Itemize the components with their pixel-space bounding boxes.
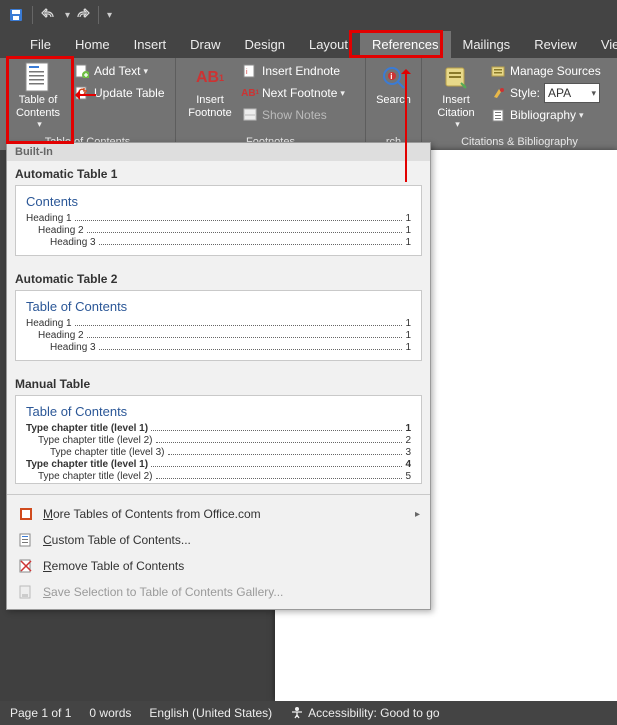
add-text-label: Add Text xyxy=(94,64,140,78)
tab-design[interactable]: Design xyxy=(233,31,297,58)
toc-line: Heading 11 xyxy=(26,213,411,224)
citation-icon xyxy=(442,64,470,92)
style-selector[interactable]: Style: APA▾ xyxy=(488,82,603,104)
save-icon[interactable] xyxy=(4,3,28,27)
gallery-item-preview[interactable]: Table of Contents Type chapter title (lev… xyxy=(15,395,422,484)
tab-file[interactable]: File xyxy=(18,31,63,58)
chevron-down-icon: ▾ xyxy=(37,119,42,129)
office-icon xyxy=(17,506,35,522)
toc-line: Type chapter title (level 1)1 xyxy=(26,423,411,434)
gallery-item-preview[interactable]: Table of Contents Heading 11Heading 21Hea… xyxy=(15,290,422,361)
toc-line: Heading 31 xyxy=(26,237,411,248)
tab-view[interactable]: View xyxy=(589,31,617,58)
show-notes-icon xyxy=(242,107,258,123)
endnote-icon: i xyxy=(242,63,258,79)
tab-mailings[interactable]: Mailings xyxy=(451,31,523,58)
footnote-icon: AB1 xyxy=(196,64,224,92)
endnote-label: Insert Endnote xyxy=(262,64,340,78)
quick-access-toolbar: ▾ ▾ xyxy=(0,0,617,30)
add-text-icon xyxy=(74,63,90,79)
manage-sources-icon xyxy=(490,63,506,79)
style-icon xyxy=(490,85,506,101)
tab-review[interactable]: Review xyxy=(522,31,589,58)
gallery-item-title: Automatic Table 2 xyxy=(7,266,430,290)
ribbon-tabs: File Home Insert Draw Design Layout Refe… xyxy=(0,30,617,58)
gallery-item-title: Automatic Table 1 xyxy=(7,161,430,185)
separator xyxy=(7,494,430,495)
group-label-citations: Citations & Bibliography xyxy=(428,135,611,150)
tab-references[interactable]: References xyxy=(360,31,450,58)
custom-toc-menuitem[interactable]: Custom Table of Contents... xyxy=(7,527,430,553)
accessibility-icon xyxy=(290,706,304,720)
chevron-right-icon: ▸ xyxy=(415,509,420,520)
insert-endnote-button[interactable]: i Insert Endnote xyxy=(240,60,347,82)
update-icon xyxy=(74,85,90,101)
remove-toc-menuitem[interactable]: Remove Table of Contents xyxy=(7,553,430,579)
insert-footnote-label: Insert Footnote xyxy=(188,94,231,119)
style-dropdown[interactable]: APA▾ xyxy=(544,83,600,103)
insert-footnote-button[interactable]: AB1 Insert Footnote xyxy=(182,60,238,135)
toc-line: Heading 21 xyxy=(26,225,411,236)
bibliography-button[interactable]: Bibliography▾ xyxy=(488,104,603,126)
undo-icon[interactable] xyxy=(37,3,61,27)
separator xyxy=(98,6,99,24)
svg-text:i: i xyxy=(390,72,392,81)
show-notes-label: Show Notes xyxy=(262,108,327,122)
manage-sources-label: Manage Sources xyxy=(510,64,601,78)
preview-heading: Table of Contents xyxy=(26,404,411,419)
preview-heading: Contents xyxy=(26,194,411,209)
more-tables-menuitem[interactable]: More Tables of Contents from Office.com … xyxy=(7,501,430,527)
status-page[interactable]: Page 1 of 1 xyxy=(10,706,71,720)
table-of-contents-button[interactable]: Table of Contents ▾ xyxy=(6,60,70,135)
custom-toc-icon xyxy=(17,532,35,548)
add-text-button[interactable]: Add Text▾ xyxy=(72,60,167,82)
gallery-section-builtin: Built-In xyxy=(7,143,430,161)
toc-line: Heading 31 xyxy=(26,342,411,353)
ribbon: Table of Contents ▾ Add Text▾ Update Tab… xyxy=(0,58,617,150)
next-footnote-button[interactable]: AB1 Next Footnote▾ xyxy=(240,82,347,104)
citation-label: Insert Citation xyxy=(437,94,474,119)
customize-qat-caret[interactable]: ▾ xyxy=(107,10,112,21)
toc-label: Table of Contents xyxy=(16,94,60,119)
insert-citation-button[interactable]: Insert Citation▾ xyxy=(428,60,484,135)
update-table-button[interactable]: Update Table xyxy=(72,82,167,104)
gallery-item-preview[interactable]: Contents Heading 11Heading 21Heading 31 xyxy=(15,185,422,256)
status-language[interactable]: English (United States) xyxy=(149,706,272,720)
bibliography-icon xyxy=(490,107,506,123)
toc-line: Type chapter title (level 3)3 xyxy=(26,447,411,458)
toc-line: Type chapter title (level 2)2 xyxy=(26,435,411,446)
redo-icon[interactable] xyxy=(70,3,94,27)
toc-line: Heading 11 xyxy=(26,318,411,329)
save-selection-menuitem: Save Selection to Table of Contents Gall… xyxy=(7,579,430,605)
style-label: Style: xyxy=(510,86,540,100)
toc-line: Type chapter title (level 2)5 xyxy=(26,471,411,482)
toc-line: Type chapter title (level 1)4 xyxy=(26,459,411,470)
toc-line: Heading 21 xyxy=(26,330,411,341)
remove-toc-icon xyxy=(17,558,35,574)
manage-sources-button[interactable]: Manage Sources xyxy=(488,60,603,82)
search-icon: i xyxy=(380,64,408,92)
bibliography-label: Bibliography xyxy=(510,108,576,122)
status-words[interactable]: 0 words xyxy=(89,706,131,720)
search-label: Search xyxy=(376,94,411,107)
separator xyxy=(32,6,33,24)
toc-icon xyxy=(24,64,52,92)
tab-home[interactable]: Home xyxy=(63,31,122,58)
next-footnote-icon: AB1 xyxy=(242,85,258,101)
toc-gallery-dropdown: Built-In Automatic Table 1 Contents Headin… xyxy=(6,142,431,610)
tab-layout[interactable]: Layout xyxy=(297,31,360,58)
show-notes-button: Show Notes xyxy=(240,104,347,126)
next-footnote-label: Next Footnote xyxy=(262,86,337,100)
update-label: Update Table xyxy=(94,86,165,100)
status-bar: Page 1 of 1 0 words English (United Stat… xyxy=(0,701,617,725)
gallery-item-title: Manual Table xyxy=(7,371,430,395)
tab-insert[interactable]: Insert xyxy=(122,31,179,58)
preview-heading: Table of Contents xyxy=(26,299,411,314)
status-accessibility[interactable]: Accessibility: Good to go xyxy=(290,706,439,720)
search-button[interactable]: i Search xyxy=(372,60,415,135)
save-gallery-icon xyxy=(17,584,35,600)
tab-draw[interactable]: Draw xyxy=(178,31,232,58)
